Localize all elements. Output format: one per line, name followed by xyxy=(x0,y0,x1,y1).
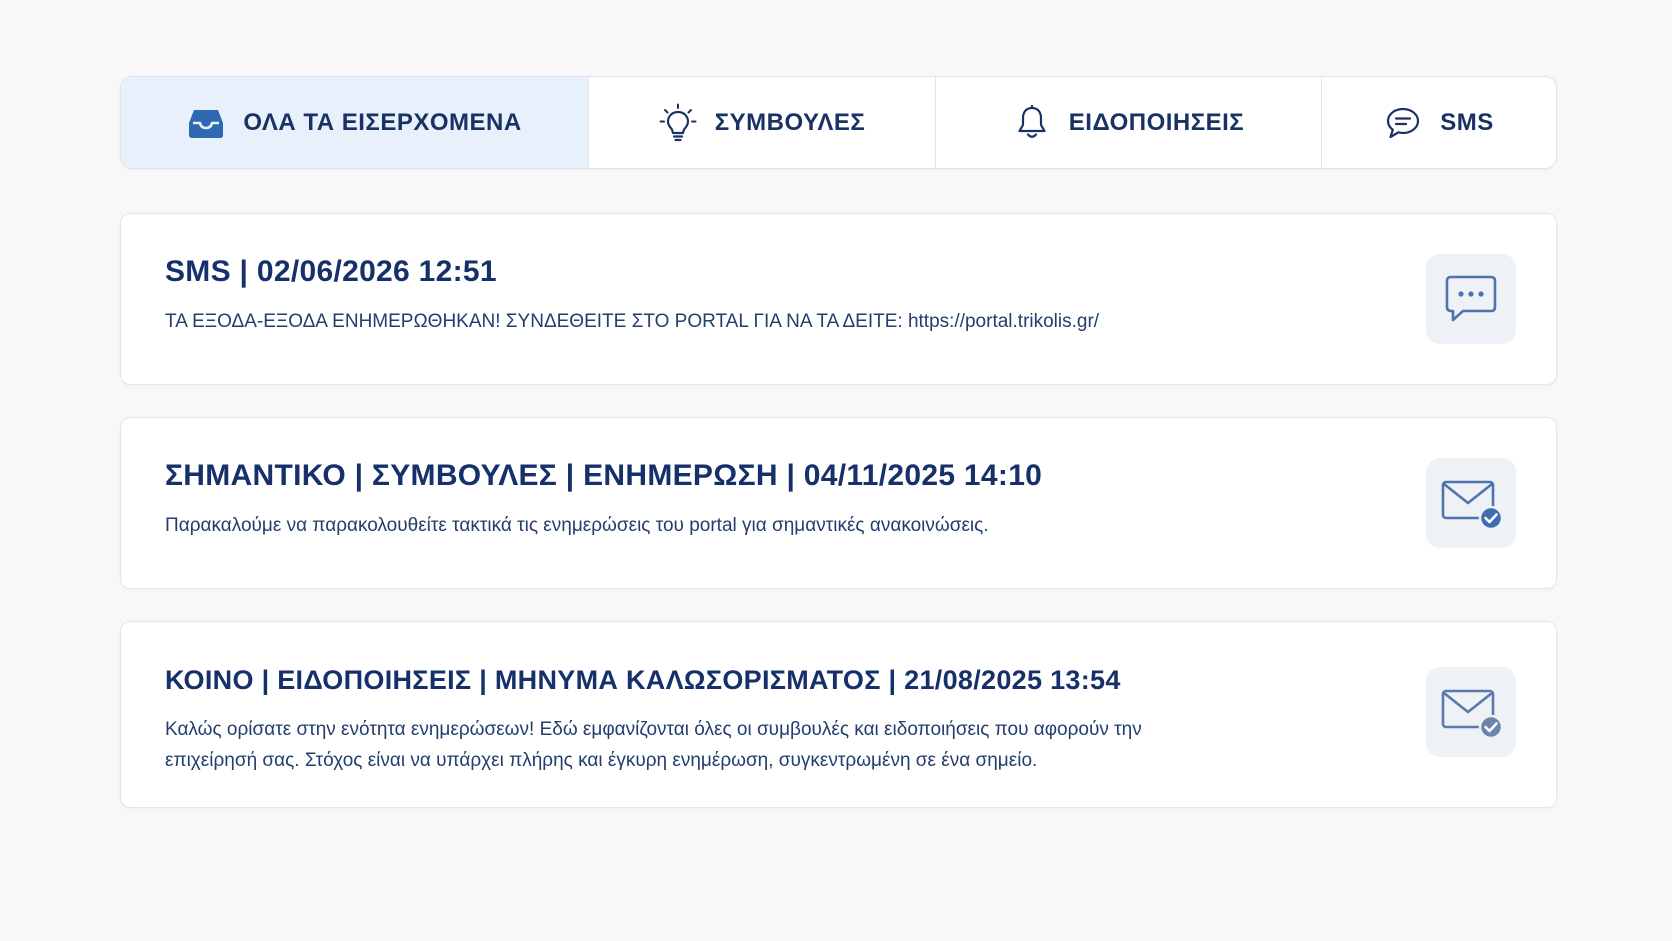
message-title: ΚΟΙΝΟ | ΕΙΔΟΠΟΙΗΣΕΙΣ | ΜΗΝΥΜΑ ΚΑΛΩΣΟΡΙΣΜ… xyxy=(165,665,1121,695)
inbox-icon xyxy=(187,104,225,142)
tab-label: ΣΥΜΒΟΥΛΕΣ xyxy=(714,108,866,136)
inbox-tabs: ΟΛΑ ΤΑ ΕΙΣΕΡΧΟΜΕΝΑ ΣΥΜΒΟΥΛΕΣ ΕΙΔΟΠΟΙΗΣΕΙ… xyxy=(120,76,1557,169)
tab-label: ΟΛΑ ΤΑ ΕΙΣΕΡΧΟΜΕΝΑ xyxy=(243,108,522,136)
envelope-check-icon xyxy=(1426,458,1516,548)
message-body: Παρακαλούμε να παρακολουθείτε τακτικά τι… xyxy=(165,515,989,536)
tab-tips[interactable]: ΣΥΜΒΟΥΛΕΣ xyxy=(589,77,936,168)
message-title: SMS | 02/06/2026 12:51 xyxy=(165,255,497,288)
message-body: ΤΑ ΕΞΟΔΑ-ΕΞΟΔΑ ΕΝΗΜΕΡΩΘΗΚΑΝ! ΣΥΝΔΕΘΕΙΤΕ … xyxy=(165,311,1100,332)
tab-label: SMS xyxy=(1440,108,1494,136)
message-body: Καλώς ορίσατε στην ενότητα ενημερώσεων! … xyxy=(165,719,1142,771)
envelope-check-icon xyxy=(1426,667,1516,757)
message-card[interactable]: ΚΟΙΝΟ | ΕΙΔΟΠΟΙΗΣΕΙΣ | ΜΗΝΥΜΑ ΚΑΛΩΣΟΡΙΣΜ… xyxy=(120,621,1557,808)
lightbulb-icon xyxy=(659,103,697,142)
message-card[interactable]: ΣΗΜΑΝΤΙΚΟ | ΣΥΜΒΟΥΛΕΣ | ΕΝΗΜΕΡΩΣΗ | 04/1… xyxy=(120,417,1557,589)
inbox-panel: ΟΛΑ ΤΑ ΕΙΣΕΡΧΟΜΕΝΑ ΣΥΜΒΟΥΛΕΣ ΕΙΔΟΠΟΙΗΣΕΙ… xyxy=(120,76,1557,808)
message-card[interactable]: SMS | 02/06/2026 12:51 ΤΑ ΕΞΟΔΑ-ΕΞΟΔΑ ΕΝ… xyxy=(120,213,1557,385)
tab-label: ΕΙΔΟΠΟΙΗΣΕΙΣ xyxy=(1068,108,1245,136)
chat-icon xyxy=(1384,104,1422,142)
sms-bubble-icon xyxy=(1426,254,1516,344)
tab-sms[interactable]: SMS xyxy=(1322,77,1556,168)
message-title: ΣΗΜΑΝΤΙΚΟ | ΣΥΜΒΟΥΛΕΣ | ΕΝΗΜΕΡΩΣΗ | 04/1… xyxy=(165,459,1043,492)
tab-all-inbox[interactable]: ΟΛΑ ΤΑ ΕΙΣΕΡΧΟΜΕΝΑ xyxy=(121,77,589,168)
tab-notifications[interactable]: ΕΙΔΟΠΟΙΗΣΕΙΣ xyxy=(936,77,1322,168)
bell-icon xyxy=(1013,104,1051,142)
